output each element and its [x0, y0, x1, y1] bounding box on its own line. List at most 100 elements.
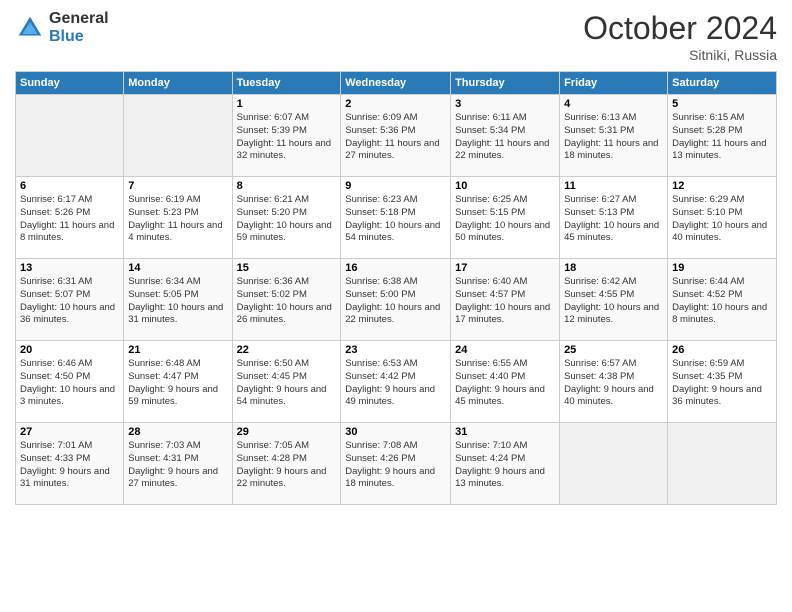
- day-info: Sunrise: 6:53 AMSunset: 4:42 PMDaylight:…: [345, 358, 435, 407]
- day-number: 17: [455, 262, 555, 274]
- day-number: 2: [345, 98, 446, 110]
- day-info: Sunrise: 6:31 AMSunset: 5:07 PMDaylight:…: [20, 276, 115, 325]
- day-info: Sunrise: 6:38 AMSunset: 5:00 PMDaylight:…: [345, 276, 440, 325]
- calendar-table: SundayMondayTuesdayWednesdayThursdayFrid…: [15, 71, 777, 505]
- day-cell: 1 Sunrise: 6:07 AMSunset: 5:39 PMDaylight…: [232, 95, 341, 177]
- day-cell: [668, 423, 777, 505]
- day-cell: 29 Sunrise: 7:05 AMSunset: 4:28 PMDayligh…: [232, 423, 341, 505]
- header: General Blue October 2024 Sitniki, Russi…: [15, 10, 777, 63]
- day-cell: 22 Sunrise: 6:50 AMSunset: 4:45 PMDayligh…: [232, 341, 341, 423]
- day-number: 29: [237, 426, 337, 438]
- day-cell: 8Sunrise: 6:21 AMSunset: 5:20 PMDaylight…: [232, 177, 341, 259]
- logo-text: General Blue: [49, 10, 109, 45]
- day-cell: [124, 95, 232, 177]
- day-info: Sunrise: 6:57 AMSunset: 4:38 PMDaylight:…: [564, 358, 654, 407]
- day-cell: 28 Sunrise: 7:03 AMSunset: 4:31 PMDayligh…: [124, 423, 232, 505]
- day-number: 23: [345, 344, 446, 356]
- day-number: 6: [20, 180, 119, 192]
- day-info: Sunrise: 6:23 AMSunset: 5:18 PMDaylight:…: [345, 194, 440, 243]
- day-info: Sunrise: 6:15 AMSunset: 5:28 PMDaylight:…: [672, 112, 766, 161]
- day-info: Sunrise: 6:25 AMSunset: 5:15 PMDaylight:…: [455, 194, 550, 243]
- day-number: 31: [455, 426, 555, 438]
- title-area: October 2024 Sitniki, Russia: [583, 10, 777, 63]
- day-cell: 14 Sunrise: 6:34 AMSunset: 5:05 PMDayligh…: [124, 259, 232, 341]
- weekday-header-wednesday: Wednesday: [341, 72, 451, 95]
- day-cell: 7Sunrise: 6:19 AMSunset: 5:23 PMDaylight…: [124, 177, 232, 259]
- week-row-1: 1 Sunrise: 6:07 AMSunset: 5:39 PMDaylight…: [16, 95, 777, 177]
- month-title: October 2024: [583, 10, 777, 47]
- logo: General Blue: [15, 10, 109, 45]
- day-number: 14: [128, 262, 227, 274]
- day-cell: 12Sunrise: 6:29 AMSunset: 5:10 PMDayligh…: [668, 177, 777, 259]
- week-row-4: 20Sunrise: 6:46 AMSunset: 4:50 PMDayligh…: [16, 341, 777, 423]
- day-number: 16: [345, 262, 446, 274]
- day-number: 24: [455, 344, 555, 356]
- day-info: Sunrise: 6:19 AMSunset: 5:23 PMDaylight:…: [128, 194, 222, 243]
- day-number: 22: [237, 344, 337, 356]
- day-info: Sunrise: 6:40 AMSunset: 4:57 PMDaylight:…: [455, 276, 550, 325]
- day-info: Sunrise: 6:07 AMSunset: 5:39 PMDaylight:…: [237, 112, 331, 161]
- day-info: Sunrise: 7:01 AMSunset: 4:33 PMDaylight:…: [20, 440, 110, 489]
- day-info: Sunrise: 6:34 AMSunset: 5:05 PMDaylight:…: [128, 276, 223, 325]
- day-info: Sunrise: 6:29 AMSunset: 5:10 PMDaylight:…: [672, 194, 767, 243]
- day-cell: 27 Sunrise: 7:01 AMSunset: 4:33 PMDayligh…: [16, 423, 124, 505]
- weekday-header-row: SundayMondayTuesdayWednesdayThursdayFrid…: [16, 72, 777, 95]
- day-number: 1: [237, 98, 337, 110]
- day-cell: 4Sunrise: 6:13 AMSunset: 5:31 PMDaylight…: [560, 95, 668, 177]
- day-cell: 3Sunrise: 6:11 AMSunset: 5:34 PMDaylight…: [451, 95, 560, 177]
- day-cell: 26Sunrise: 6:59 AMSunset: 4:35 PMDayligh…: [668, 341, 777, 423]
- week-row-5: 27 Sunrise: 7:01 AMSunset: 4:33 PMDayligh…: [16, 423, 777, 505]
- weekday-header-monday: Monday: [124, 72, 232, 95]
- day-number: 18: [564, 262, 663, 274]
- day-number: 11: [564, 180, 663, 192]
- day-cell: 25 Sunrise: 6:57 AMSunset: 4:38 PMDayligh…: [560, 341, 668, 423]
- day-cell: [560, 423, 668, 505]
- day-number: 30: [345, 426, 446, 438]
- day-cell: 20Sunrise: 6:46 AMSunset: 4:50 PMDayligh…: [16, 341, 124, 423]
- day-number: 26: [672, 344, 772, 356]
- day-number: 19: [672, 262, 772, 274]
- day-number: 21: [128, 344, 227, 356]
- day-cell: 21 Sunrise: 6:48 AMSunset: 4:47 PMDayligh…: [124, 341, 232, 423]
- logo-general: General: [49, 10, 109, 28]
- day-number: 27: [20, 426, 119, 438]
- day-cell: 24 Sunrise: 6:55 AMSunset: 4:40 PMDayligh…: [451, 341, 560, 423]
- day-info: Sunrise: 6:48 AMSunset: 4:47 PMDaylight:…: [128, 358, 218, 407]
- day-info: Sunrise: 6:09 AMSunset: 5:36 PMDaylight:…: [345, 112, 439, 161]
- day-info: Sunrise: 7:03 AMSunset: 4:31 PMDaylight:…: [128, 440, 218, 489]
- day-number: 13: [20, 262, 119, 274]
- day-info: Sunrise: 6:44 AMSunset: 4:52 PMDaylight:…: [672, 276, 767, 325]
- logo-blue: Blue: [49, 28, 109, 46]
- day-cell: 30Sunrise: 7:08 AMSunset: 4:26 PMDayligh…: [341, 423, 451, 505]
- day-number: 10: [455, 180, 555, 192]
- day-number: 8: [237, 180, 337, 192]
- day-cell: 2 Sunrise: 6:09 AMSunset: 5:36 PMDaylight…: [341, 95, 451, 177]
- day-info: Sunrise: 6:42 AMSunset: 4:55 PMDaylight:…: [564, 276, 659, 325]
- day-cell: 10 Sunrise: 6:25 AMSunset: 5:15 PMDayligh…: [451, 177, 560, 259]
- day-cell: 18 Sunrise: 6:42 AMSunset: 4:55 PMDayligh…: [560, 259, 668, 341]
- day-number: 15: [237, 262, 337, 274]
- week-row-3: 13 Sunrise: 6:31 AMSunset: 5:07 PMDayligh…: [16, 259, 777, 341]
- day-number: 25: [564, 344, 663, 356]
- day-number: 5: [672, 98, 772, 110]
- day-cell: 11 Sunrise: 6:27 AMSunset: 5:13 PMDayligh…: [560, 177, 668, 259]
- day-info: Sunrise: 6:13 AMSunset: 5:31 PMDaylight:…: [564, 112, 658, 161]
- day-cell: 5 Sunrise: 6:15 AMSunset: 5:28 PMDaylight…: [668, 95, 777, 177]
- day-info: Sunrise: 6:36 AMSunset: 5:02 PMDaylight:…: [237, 276, 332, 325]
- day-cell: 17 Sunrise: 6:40 AMSunset: 4:57 PMDayligh…: [451, 259, 560, 341]
- day-info: Sunrise: 6:46 AMSunset: 4:50 PMDaylight:…: [20, 358, 115, 407]
- day-info: Sunrise: 6:50 AMSunset: 4:45 PMDaylight:…: [237, 358, 327, 407]
- day-cell: 15 Sunrise: 6:36 AMSunset: 5:02 PMDayligh…: [232, 259, 341, 341]
- day-cell: 6Sunrise: 6:17 AMSunset: 5:26 PMDaylight…: [16, 177, 124, 259]
- day-cell: 13 Sunrise: 6:31 AMSunset: 5:07 PMDayligh…: [16, 259, 124, 341]
- day-info: Sunrise: 6:27 AMSunset: 5:13 PMDaylight:…: [564, 194, 659, 243]
- day-info: Sunrise: 6:11 AMSunset: 5:34 PMDaylight:…: [455, 112, 549, 161]
- day-number: 28: [128, 426, 227, 438]
- weekday-header-thursday: Thursday: [451, 72, 560, 95]
- day-cell: [16, 95, 124, 177]
- day-cell: 31 Sunrise: 7:10 AMSunset: 4:24 PMDayligh…: [451, 423, 560, 505]
- day-info: Sunrise: 7:10 AMSunset: 4:24 PMDaylight:…: [455, 440, 545, 489]
- day-info: Sunrise: 7:05 AMSunset: 4:28 PMDaylight:…: [237, 440, 327, 489]
- week-row-2: 6Sunrise: 6:17 AMSunset: 5:26 PMDaylight…: [16, 177, 777, 259]
- day-info: Sunrise: 6:55 AMSunset: 4:40 PMDaylight:…: [455, 358, 545, 407]
